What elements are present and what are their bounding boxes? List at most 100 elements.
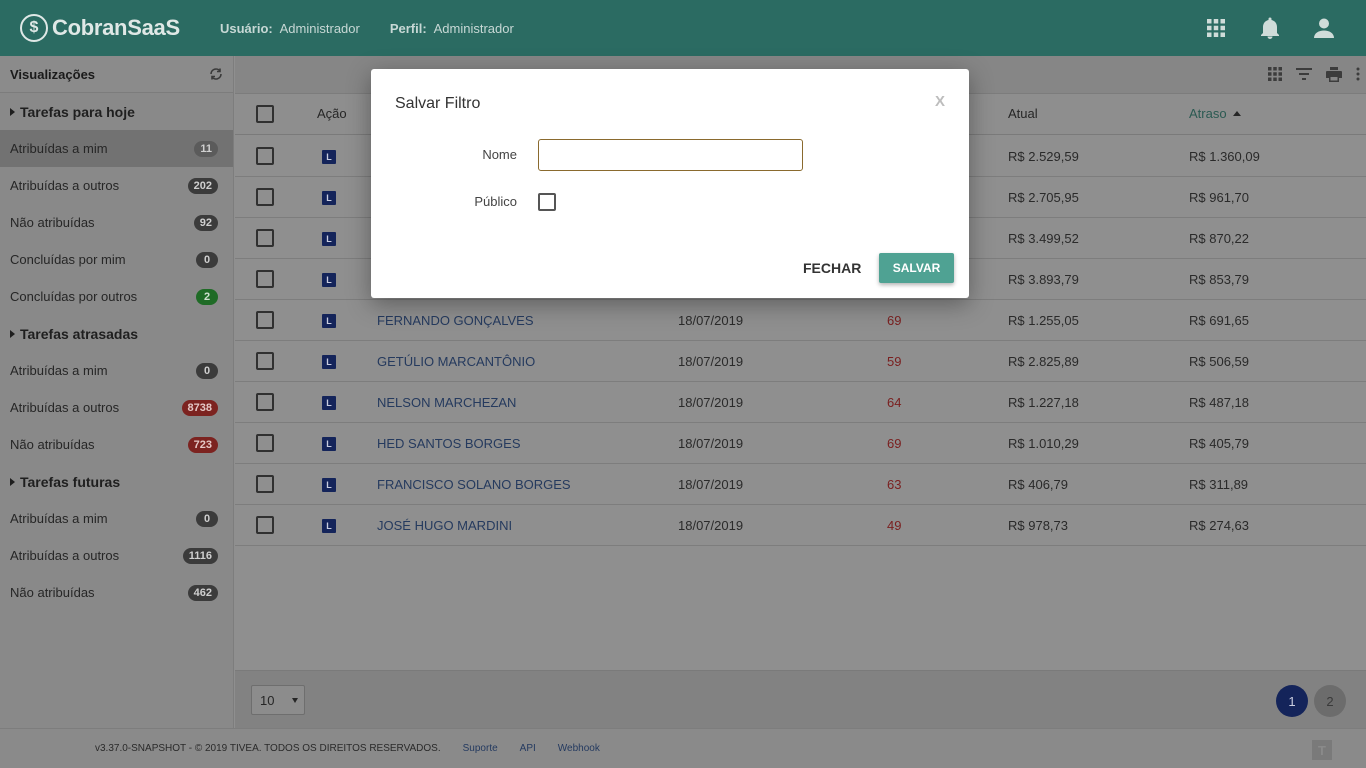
- sidebar-item[interactable]: Não atribuídas 723: [0, 426, 233, 463]
- row-checkbox[interactable]: [256, 311, 274, 329]
- row-checkbox[interactable]: [256, 188, 274, 206]
- due-date-cell: 18/07/2019: [678, 354, 744, 369]
- current-amount-cell: R$ 3.499,52: [1008, 231, 1079, 246]
- caret-down-icon: [292, 698, 298, 703]
- col-delay[interactable]: Atraso: [1189, 106, 1242, 121]
- webhook-link[interactable]: Webhook: [558, 743, 600, 754]
- save-filter-dialog: Salvar Filtro X Nome Público FECHAR SALV…: [371, 69, 969, 298]
- client-name-link[interactable]: HED SANTOS BORGES: [377, 436, 521, 451]
- page-button-2[interactable]: 2: [1314, 685, 1346, 717]
- table-row[interactable]: L JOSÉ HUGO MARDINI 18/07/2019 49 R$ 978,73 R…: [235, 505, 1366, 546]
- select-all-checkbox[interactable]: [256, 105, 274, 123]
- api-link[interactable]: API: [520, 743, 536, 754]
- sidebar-item[interactable]: Não atribuídas 462: [0, 574, 233, 611]
- public-checkbox[interactable]: [538, 193, 556, 211]
- table-row[interactable]: L FERNANDO GONÇALVES 18/07/2019 69 R$ 1.255,…: [235, 300, 1366, 341]
- action-badge[interactable]: L: [322, 437, 336, 451]
- count-badge: 2: [196, 288, 218, 305]
- sidebar-title: Visualizações: [10, 66, 96, 82]
- row-checkbox[interactable]: [256, 270, 274, 288]
- action-badge[interactable]: L: [322, 191, 336, 205]
- sidebar-item[interactable]: Atribuídas a outros 8738: [0, 389, 233, 426]
- current-amount-cell: R$ 978,73: [1008, 518, 1068, 533]
- client-name-link[interactable]: JOSÉ HUGO MARDINI: [377, 518, 512, 533]
- toolbar-actions: [1268, 67, 1360, 82]
- tivea-logo: T: [1312, 740, 1332, 760]
- sidebar-item[interactable]: Atribuídas a outros 202: [0, 167, 233, 204]
- more-vert-icon[interactable]: [1356, 67, 1360, 81]
- current-amount-cell: R$ 3.893,79: [1008, 272, 1079, 287]
- count-badge: 0: [196, 251, 218, 268]
- dialog-title: Salvar Filtro: [395, 95, 481, 112]
- sidebar-item[interactable]: Atribuídas a outros 1116: [0, 537, 233, 574]
- sidebar-item[interactable]: Atribuídas a mim 0: [0, 352, 233, 389]
- print-icon[interactable]: [1326, 67, 1342, 82]
- sidebar-group[interactable]: Tarefas futuras: [0, 463, 233, 500]
- sidebar-item[interactable]: Atribuídas a mim 11: [0, 130, 233, 167]
- caret-right-icon: [10, 329, 15, 338]
- page-button-1[interactable]: 1: [1276, 685, 1308, 717]
- sidebar-item-label: Atribuídas a mim: [10, 141, 108, 156]
- user-icon[interactable]: [1312, 16, 1336, 40]
- delay-amount-cell: R$ 961,70: [1189, 190, 1249, 205]
- action-badge[interactable]: L: [322, 355, 336, 369]
- action-badge[interactable]: L: [322, 519, 336, 533]
- count-badge: 1116: [182, 547, 218, 564]
- save-button[interactable]: SALVAR: [879, 253, 954, 283]
- client-name-link[interactable]: FERNANDO GONÇALVES: [377, 313, 534, 328]
- action-badge[interactable]: L: [322, 232, 336, 246]
- table-row[interactable]: L HED SANTOS BORGES 18/07/2019 69 R$ 1.010,2…: [235, 423, 1366, 464]
- sidebar-item[interactable]: Concluídas por mim 0: [0, 241, 233, 278]
- col-current[interactable]: Atual: [1008, 106, 1038, 121]
- filter-name-input[interactable]: [538, 139, 803, 171]
- table-row[interactable]: L FRANCISCO SOLANO BORGES 18/07/2019 63 R$ 4…: [235, 464, 1366, 505]
- row-checkbox[interactable]: [256, 393, 274, 411]
- row-checkbox[interactable]: [256, 147, 274, 165]
- client-name-link[interactable]: GETÚLIO MARCANTÔNIO: [377, 354, 535, 369]
- row-checkbox[interactable]: [256, 475, 274, 493]
- bell-icon[interactable]: [1258, 16, 1282, 40]
- table-row[interactable]: L NELSON MARCHEZAN 18/07/2019 64 R$ 1.227,18…: [235, 382, 1366, 423]
- due-date-cell: 18/07/2019: [678, 313, 744, 328]
- delay-amount-cell: R$ 853,79: [1189, 272, 1249, 287]
- profile-label: Perfil:: [389, 20, 427, 36]
- sort-asc-icon: [1233, 111, 1242, 116]
- days-late-cell: 64: [887, 395, 902, 410]
- sidebar-group[interactable]: Tarefas para hoje: [0, 93, 233, 130]
- sidebar-item[interactable]: Concluídas por outros 2: [0, 278, 233, 315]
- current-amount-cell: R$ 2.529,59: [1008, 149, 1079, 164]
- sidebar-item[interactable]: Atribuídas a mim 0: [0, 500, 233, 537]
- row-checkbox[interactable]: [256, 434, 274, 452]
- action-badge[interactable]: L: [322, 314, 336, 328]
- days-late-cell: 59: [887, 354, 902, 369]
- copyright-text: v3.37.0-SNAPSHOT - © 2019 TIVEA. TODOS O…: [95, 743, 441, 754]
- action-badge[interactable]: L: [322, 396, 336, 410]
- header-actions: [1204, 16, 1336, 40]
- sidebar-item-label: Não atribuídas: [10, 585, 95, 600]
- row-checkbox[interactable]: [256, 352, 274, 370]
- table-row[interactable]: L GETÚLIO MARCANTÔNIO 18/07/2019 59 R$ 2.825…: [235, 341, 1366, 382]
- support-link[interactable]: Suporte: [463, 743, 498, 754]
- refresh-icon[interactable]: [209, 67, 223, 81]
- action-badge[interactable]: L: [322, 273, 336, 287]
- row-checkbox[interactable]: [256, 516, 274, 534]
- client-name-link[interactable]: NELSON MARCHEZAN: [377, 395, 516, 410]
- action-badge[interactable]: L: [322, 150, 336, 164]
- client-name-link[interactable]: FRANCISCO SOLANO BORGES: [377, 477, 571, 492]
- count-badge: 11: [194, 140, 218, 157]
- sidebar-item[interactable]: Não atribuídas 92: [0, 204, 233, 241]
- count-badge: 723: [187, 436, 218, 453]
- action-badge[interactable]: L: [322, 478, 336, 492]
- app-logo[interactable]: $ CobranSaaS: [20, 14, 220, 42]
- columns-grid-icon[interactable]: [1268, 67, 1282, 81]
- page-size-select[interactable]: 10: [251, 685, 305, 715]
- count-badge: 92: [193, 214, 218, 231]
- close-button[interactable]: FECHAR: [791, 253, 873, 283]
- filter-icon[interactable]: [1296, 67, 1312, 81]
- close-icon[interactable]: X: [935, 93, 945, 110]
- name-label: Nome: [482, 147, 517, 162]
- app-header: $ CobranSaaS Usuário: Administrador Perf…: [0, 0, 1366, 56]
- row-checkbox[interactable]: [256, 229, 274, 247]
- apps-grid-icon[interactable]: [1204, 16, 1228, 40]
- sidebar-group[interactable]: Tarefas atrasadas: [0, 315, 233, 352]
